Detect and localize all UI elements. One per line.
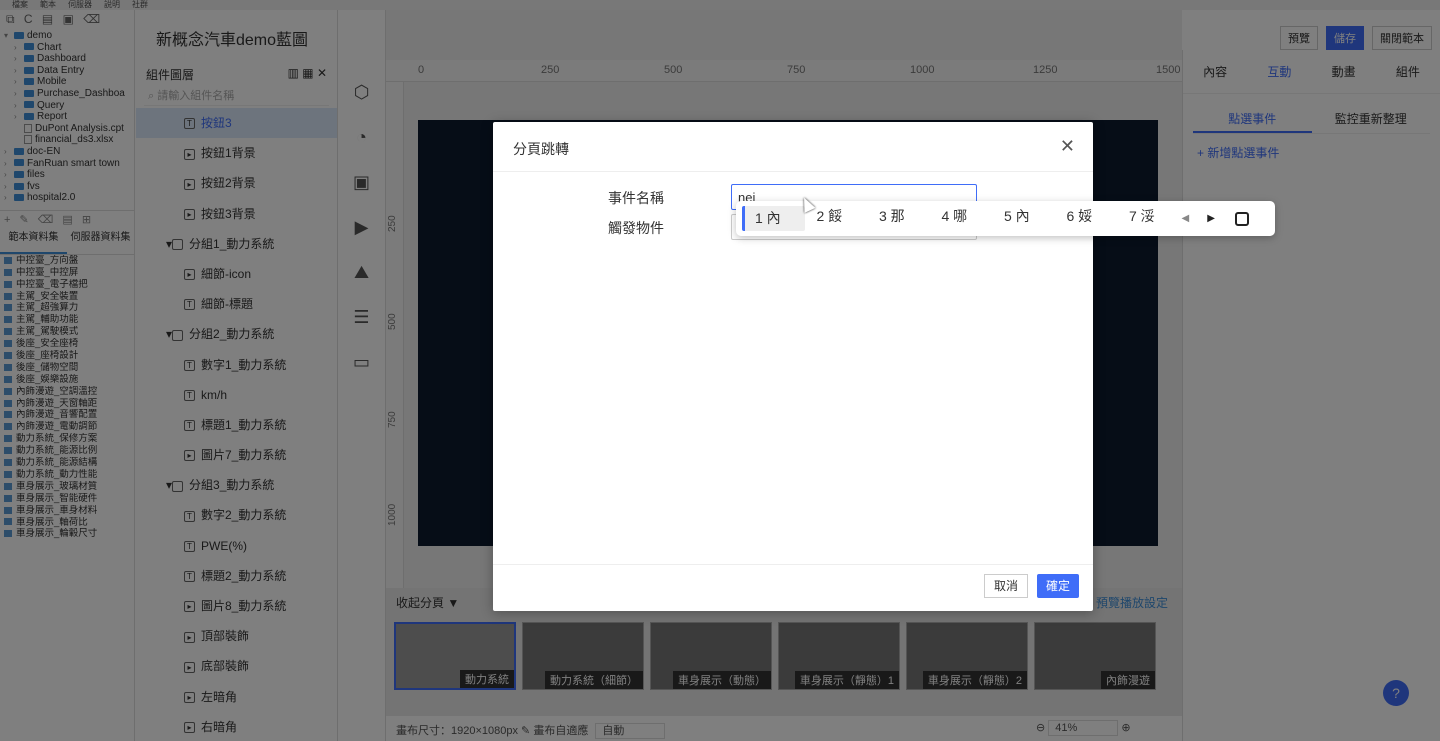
ime-candidate[interactable]: 4 哪 <box>930 206 993 231</box>
dialog-title: 分頁跳轉 <box>513 141 569 157</box>
ime-candidate[interactable]: 3 那 <box>867 206 930 231</box>
ime-page-nav: ◀▶ <box>1182 213 1233 224</box>
dialog-footer: 取消 確定 <box>493 564 1093 611</box>
trigger-object-label: 觸發物件 <box>608 220 664 236</box>
dialog-header: 分頁跳轉 ✕ <box>493 122 1093 172</box>
ime-candidate[interactable]: 1 內 <box>742 206 805 231</box>
event-name-label: 事件名稱 <box>608 190 664 206</box>
ime-next-icon[interactable]: ▶ <box>1207 213 1233 224</box>
ime-settings-icon[interactable] <box>1234 211 1249 226</box>
ime-candidate-bar: 1 內2 餒3 那4 哪5 內6 娞7 浽 ◀▶ <box>736 201 1275 236</box>
ime-candidate[interactable]: 6 娞 <box>1055 206 1118 231</box>
cancel-button[interactable]: 取消 <box>983 574 1028 598</box>
ime-candidate[interactable]: 2 餒 <box>805 206 868 231</box>
page-jump-dialog: 分頁跳轉 ✕ 事件名稱 觸發物件 取消 確定 <box>493 122 1093 611</box>
confirm-button[interactable]: 確定 <box>1036 574 1079 598</box>
ime-candidate[interactable]: 5 內 <box>992 206 1055 231</box>
close-icon[interactable]: ✕ <box>1060 136 1075 157</box>
ime-candidate[interactable]: 7 浽 <box>1117 206 1180 231</box>
ime-prev-icon[interactable]: ◀ <box>1182 213 1208 224</box>
